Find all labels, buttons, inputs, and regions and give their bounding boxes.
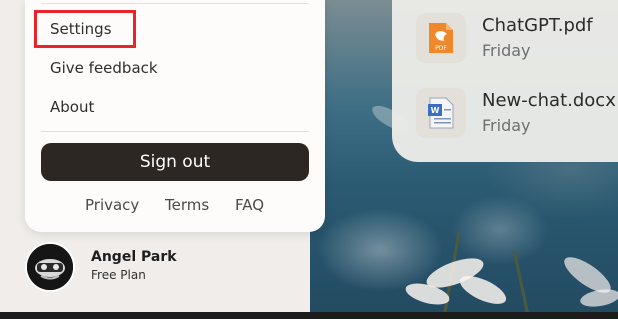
user-name[interactable]: Angel Park	[91, 249, 177, 265]
file-date: Friday	[482, 115, 531, 135]
svg-text:PDF: PDF	[435, 45, 447, 52]
recent-file-item[interactable]: PDF ChatGPT.pdf Friday	[416, 13, 593, 63]
divider	[41, 131, 309, 132]
menu-item-give-feedback[interactable]: Give feedback	[50, 59, 158, 77]
taskbar-edge	[0, 312, 618, 319]
file-name: ChatGPT.pdf	[482, 14, 593, 36]
terms-link[interactable]: Terms	[165, 196, 209, 214]
highlight-box	[34, 10, 136, 48]
file-date: Friday	[482, 40, 531, 60]
sign-out-button[interactable]: Sign out	[41, 143, 309, 181]
word-file-icon: W	[416, 88, 466, 138]
recent-file-item[interactable]: W New-chat.docx Friday	[416, 88, 616, 138]
avatar-image	[27, 244, 73, 290]
divider	[41, 3, 309, 4]
recent-files-panel: PDF ChatGPT.pdf Friday W New-chat.docx F…	[392, 0, 618, 162]
privacy-link[interactable]: Privacy	[85, 196, 139, 214]
file-name: New-chat.docx	[482, 89, 616, 111]
svg-text:W: W	[431, 106, 440, 115]
pdf-file-icon: PDF	[416, 13, 466, 63]
avatar[interactable]	[25, 242, 75, 292]
faq-link[interactable]: FAQ	[235, 196, 264, 214]
menu-item-about[interactable]: About	[50, 98, 94, 116]
account-menu: Settings Give feedback About Sign out Pr…	[25, 0, 325, 232]
user-plan: Free Plan	[91, 268, 146, 282]
